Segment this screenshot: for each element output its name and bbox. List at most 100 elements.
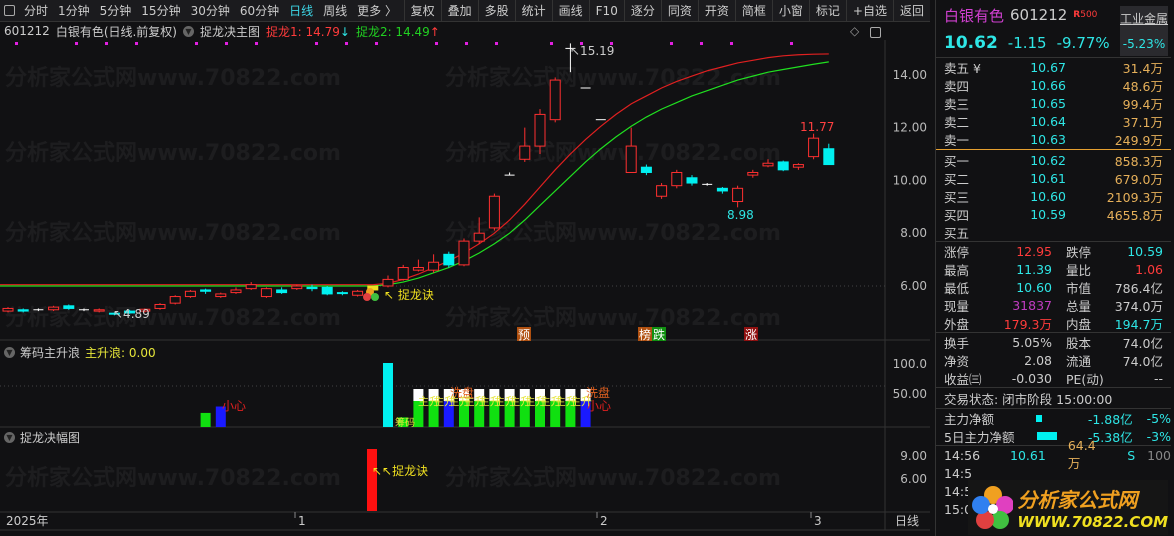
bid-row[interactable]: 买一 10.62 858.3万 <box>936 151 1171 169</box>
panel2-value: 主升浪: 0.00 <box>85 346 156 360</box>
chevron-down-icon[interactable]: ▼ <box>4 347 15 358</box>
candle-body <box>200 289 212 292</box>
stat-row: 净资 2.08 流通 74.0亿 <box>936 351 1171 369</box>
signal-label: ↖ 捉龙诀 <box>384 287 434 302</box>
ask-row[interactable]: 卖二 10.64 37.1万 <box>936 112 1171 130</box>
price-axis-label: 14.00 <box>893 68 927 82</box>
month-label: 1 <box>298 514 306 528</box>
stat-label: PE(动) <box>1066 371 1104 387</box>
level-price: 10.62 <box>1030 152 1066 168</box>
tick-v: 64.4万 <box>1067 438 1096 471</box>
signal-dot <box>790 42 793 45</box>
tick-time: 14:5 <box>944 465 973 481</box>
panel2-header: ▼ 筹码主升浪 主升浪: 0.00 <box>4 344 156 361</box>
stat-label: 现量 <box>944 298 970 314</box>
bid-row[interactable]: 买五 <box>936 223 1171 241</box>
signal-dot <box>195 42 198 45</box>
signal-dot <box>105 42 108 45</box>
level-price: 10.60 <box>1030 188 1066 204</box>
candle-body <box>792 164 804 168</box>
stat-value: 74.0亿 <box>1122 335 1163 351</box>
p3-axis-label: 9.00 <box>900 449 927 463</box>
stat-label: 量比 <box>1066 262 1092 278</box>
candle-body <box>352 290 364 296</box>
level-volume: 99.4万 <box>1122 96 1163 112</box>
candle-body <box>808 137 820 158</box>
kline-chart[interactable]: 14.0012.0010.008.006.00↖4.89↖15.198.9811… <box>0 0 930 536</box>
tick-row: 14:56 10.61 64.4万 S 100 <box>936 438 1171 471</box>
stat-value: 74.0亿 <box>1122 353 1163 369</box>
flow-bar <box>1036 432 1058 440</box>
candle-body <box>473 232 485 242</box>
main-fund-flow: 主力净额 -1.88亿 -5% 5日主力净额 -5.38亿 -3% <box>936 409 1171 445</box>
bid-row[interactable]: 买三 10.60 2109.3万 <box>936 187 1171 205</box>
stat-label: 净资 <box>944 353 970 369</box>
chevron-down-icon[interactable]: ▼ <box>4 432 15 443</box>
candle-body <box>656 185 668 197</box>
tick-s: S <box>1127 447 1136 463</box>
ask-row[interactable]: 卖四 10.66 48.6万 <box>936 76 1171 94</box>
ask-row[interactable]: 卖五 ¥ 10.67 31.4万 <box>936 58 1171 76</box>
candle-body <box>458 240 470 266</box>
stat-value: 2.08 <box>1024 352 1052 368</box>
signal-bar <box>367 449 377 511</box>
tick-n: 100 <box>1147 447 1171 463</box>
bid-row[interactable]: 买四 10.59 4655.8万 <box>936 205 1171 223</box>
level-volume: 4655.8万 <box>1106 207 1163 223</box>
tag-label: 跌 <box>653 327 665 342</box>
candle-body <box>321 286 333 295</box>
stats-block-2: 换手 5.05% 股本 74.0亿 净资 2.08 流通 74.0亿 收益㈢ -0.030 PE(动… <box>936 333 1171 387</box>
tick-p: 10.61 <box>1010 447 1046 463</box>
stat-row: 涨停 12.95 跌停 10.59 <box>936 242 1171 260</box>
low-price-label: ↖4.89 <box>113 307 150 321</box>
trade-status: 交易状态: 闭市阶段 15:00:00 <box>944 391 1113 407</box>
level-volume: 37.1万 <box>1122 114 1163 130</box>
sector-link[interactable]: 工业金属 <box>1120 10 1168 27</box>
level-price: 10.61 <box>1030 170 1066 186</box>
badge-num: 500 <box>1080 10 1098 20</box>
ma1-line <box>0 53 829 286</box>
signal-dot <box>345 42 348 45</box>
level-price: 10.65 <box>1030 95 1066 111</box>
candle-body <box>534 113 546 147</box>
stat-row: 换手 5.05% 股本 74.0亿 <box>936 333 1171 351</box>
flow-label: 主力净额 <box>944 411 995 427</box>
panel3-header: ▼ 捉龙决幅图 <box>4 429 80 446</box>
fund-flow-row: 主力净额 -1.88亿 -5% <box>936 409 1171 427</box>
quote-stock-name: 白银有色 <box>944 6 1005 25</box>
candle-body <box>443 253 455 266</box>
candle-body <box>382 278 394 287</box>
candle-body <box>291 285 303 290</box>
chip-bar <box>200 412 211 427</box>
level-price: 10.64 <box>1030 113 1066 129</box>
candle-body <box>716 187 728 192</box>
level-label: 买五 <box>944 225 970 241</box>
candle-body <box>640 166 652 173</box>
ask-row[interactable]: 卖三 10.65 99.4万 <box>936 94 1171 112</box>
candle-body <box>777 161 789 171</box>
stats-block-1: 涨停 12.95 跌停 10.59 最高 11.39 量比 1.06 最低 10.60 市值 786.… <box>936 242 1171 332</box>
candle-body <box>63 305 75 309</box>
flow-label: 5日主力净额 <box>944 429 1015 445</box>
high-price-label: ↖15.19 <box>570 44 614 58</box>
candle-body <box>625 145 637 173</box>
stat-label: 跌停 <box>1066 244 1092 260</box>
stat-label: 收益㈢ <box>944 371 982 387</box>
candle-body <box>732 187 744 203</box>
quote-panel: 白银有色 601212 R500 工业金属 -5.23% 10.62 -1.15… <box>935 0 1171 536</box>
stat-row: 收益㈢ -0.030 PE(动) -- <box>936 369 1171 387</box>
flow-pct: -3% <box>1146 428 1171 444</box>
low2-price-label: 8.98 <box>727 208 754 222</box>
candle-body <box>17 309 29 312</box>
tag-label: 预 <box>518 328 530 342</box>
stat-value: 10.59 <box>1127 243 1163 259</box>
candle-body <box>823 148 835 166</box>
stat-row: 现量 31837 总量 374.0万 <box>936 296 1171 314</box>
signal-dot <box>75 42 78 45</box>
stat-row: 最低 10.60 市值 786.4亿 <box>936 278 1171 296</box>
candle-body <box>671 171 683 187</box>
p2-axis-label: 50.00 <box>893 387 927 401</box>
ask-row[interactable]: 卖一 10.63 249.9万 <box>936 130 1171 148</box>
year-label: 2025年 <box>6 514 49 528</box>
bid-row[interactable]: 买二 10.61 679.0万 <box>936 169 1171 187</box>
